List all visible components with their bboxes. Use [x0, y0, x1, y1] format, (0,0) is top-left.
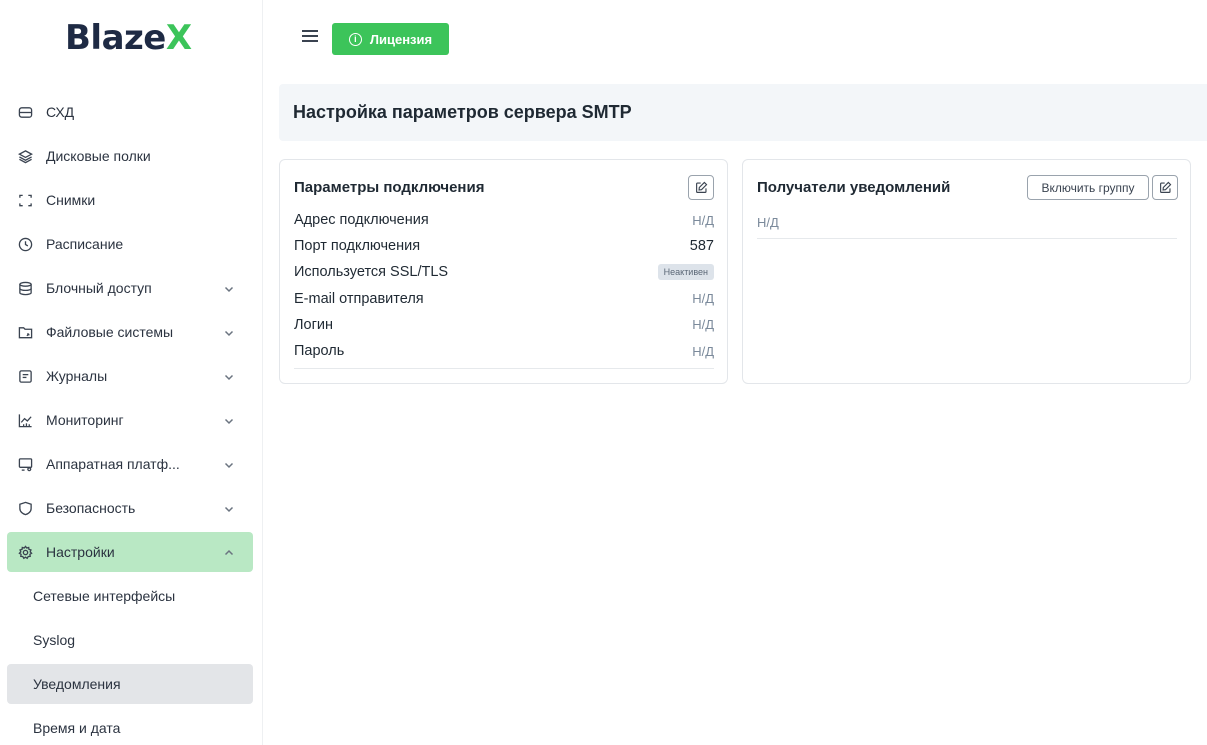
sidebar-item-label: Дисковые полки	[46, 148, 151, 164]
chevron-down-icon	[223, 282, 235, 294]
sidebar-item-label: Безопасность	[46, 500, 136, 516]
hardware-icon	[17, 456, 33, 472]
sidebar-item-hardware[interactable]: Аппаратная платф...	[7, 444, 253, 484]
sidebar-subitem-label: Сетевые интерфейсы	[33, 588, 176, 604]
param-value: Н/Д	[692, 343, 714, 359]
params-list: Адрес подключения Н/Д Порт подключения 5…	[294, 207, 714, 364]
sidebar-item-file-systems[interactable]: Файловые системы	[7, 312, 253, 352]
sidebar-item-snapshots[interactable]: Снимки	[7, 180, 253, 220]
edit-icon	[1159, 181, 1171, 193]
sidebar-item-security[interactable]: Безопасность	[7, 488, 253, 528]
logo-accent: X	[165, 18, 192, 58]
param-row-password: Пароль Н/Д	[294, 338, 714, 364]
sidebar-subitem-label: Syslog	[33, 632, 76, 648]
divider	[294, 368, 714, 369]
sidebar: BlazeX СХД Дисковые полки Снимки Расписа…	[0, 0, 263, 745]
param-label: Порт подключения	[294, 238, 421, 255]
edit-icon	[695, 181, 707, 193]
sidebar-item-label: Снимки	[46, 192, 96, 208]
sidebar-item-label: Журналы	[46, 368, 108, 384]
edit-recipients-button[interactable]	[1152, 175, 1178, 200]
layers-icon	[17, 148, 33, 164]
sidebar-item-label: СХД	[46, 104, 75, 120]
gear-icon	[17, 544, 33, 560]
sidebar-subitem-syslog[interactable]: Syslog	[7, 620, 253, 660]
sidebar-item-logs[interactable]: Журналы	[7, 356, 253, 396]
param-value: Н/Д	[692, 317, 714, 333]
chevron-down-icon	[223, 326, 235, 338]
database-icon	[17, 280, 33, 296]
page-header: Настройка параметров сервера SMTP	[279, 84, 1207, 141]
recipients-empty-value: Н/Д	[757, 215, 779, 230]
log-icon	[17, 368, 33, 384]
param-label: Пароль	[294, 343, 345, 360]
divider	[757, 238, 1177, 239]
sidebar-item-disk-shelves[interactable]: Дисковые полки	[7, 136, 253, 176]
sidebar-item-monitoring[interactable]: Мониторинг	[7, 400, 253, 440]
param-label: Логин	[294, 316, 333, 333]
param-value: Н/Д	[692, 291, 714, 307]
param-label: Используется SSL/TLS	[294, 264, 449, 281]
sidebar-item-label: Аппаратная платф...	[46, 456, 180, 472]
enable-group-button[interactable]: Включить группу	[1027, 175, 1149, 200]
param-row-login: Логин Н/Д	[294, 312, 714, 338]
edit-connection-button[interactable]	[688, 175, 714, 200]
sidebar-subitem-time-date[interactable]: Время и дата	[7, 708, 253, 745]
sidebar-subitem-notifications[interactable]: Уведомления	[7, 664, 253, 704]
folder-icon	[17, 324, 33, 340]
hamburger-menu-icon[interactable]	[302, 30, 318, 44]
chevron-down-icon	[223, 502, 235, 514]
sidebar-item-label: Файловые системы	[46, 324, 174, 340]
sidebar-subitem-label: Время и дата	[33, 720, 121, 736]
clock-icon	[17, 236, 33, 252]
license-label: Лицензия	[369, 31, 433, 47]
param-label: Адрес подключения	[294, 212, 429, 229]
connection-params-card: Параметры подключения Адрес подключения …	[279, 159, 728, 384]
storage-icon	[17, 104, 33, 120]
chevron-down-icon	[223, 458, 235, 470]
chevron-up-icon	[223, 546, 235, 558]
sidebar-subitem-label: Уведомления	[33, 676, 121, 692]
license-button[interactable]: i Лицензия	[332, 23, 449, 55]
recipients-card: Получатели уведомлений Включить группу Н…	[742, 159, 1191, 384]
param-label: E-mail отправителя	[294, 290, 424, 307]
chevron-down-icon	[223, 370, 235, 382]
sidebar-item-label: Мониторинг	[46, 412, 124, 428]
card-title: Параметры подключения	[294, 179, 485, 196]
sidebar-item-label: Блочный доступ	[46, 280, 152, 296]
sidebar-item-label: Настройки	[46, 544, 115, 560]
page-title: Настройка параметров сервера SMTP	[293, 102, 632, 122]
param-row-sender-email: E-mail отправителя Н/Д	[294, 286, 714, 312]
info-icon: i	[348, 32, 362, 46]
param-row-port: Порт подключения 587	[294, 233, 714, 259]
sidebar-item-label: Расписание	[46, 236, 124, 252]
shield-icon	[17, 500, 33, 516]
logo[interactable]: BlazeX	[65, 18, 192, 58]
status-badge: Неактивен	[657, 264, 714, 281]
snapshot-icon	[17, 192, 33, 208]
chevron-down-icon	[223, 414, 235, 426]
logo-main: Blaze	[65, 18, 166, 58]
param-row-ssl: Используется SSL/TLS Неактивен	[294, 259, 714, 285]
param-value: 587	[689, 238, 714, 255]
sidebar-item-settings[interactable]: Настройки	[7, 532, 253, 572]
sidebar-nav: СХД Дисковые полки Снимки Расписание Бло…	[7, 92, 253, 745]
sidebar-item-storage[interactable]: СХД	[7, 92, 253, 132]
sidebar-item-schedule[interactable]: Расписание	[7, 224, 253, 264]
param-row-address: Адрес подключения Н/Д	[294, 207, 714, 233]
sidebar-subitem-network-interfaces[interactable]: Сетевые интерфейсы	[7, 576, 253, 616]
param-value: Н/Д	[692, 212, 714, 228]
card-title: Получатели уведомлений	[757, 179, 951, 196]
chart-icon	[17, 412, 33, 428]
sidebar-item-block-access[interactable]: Блочный доступ	[7, 268, 253, 308]
